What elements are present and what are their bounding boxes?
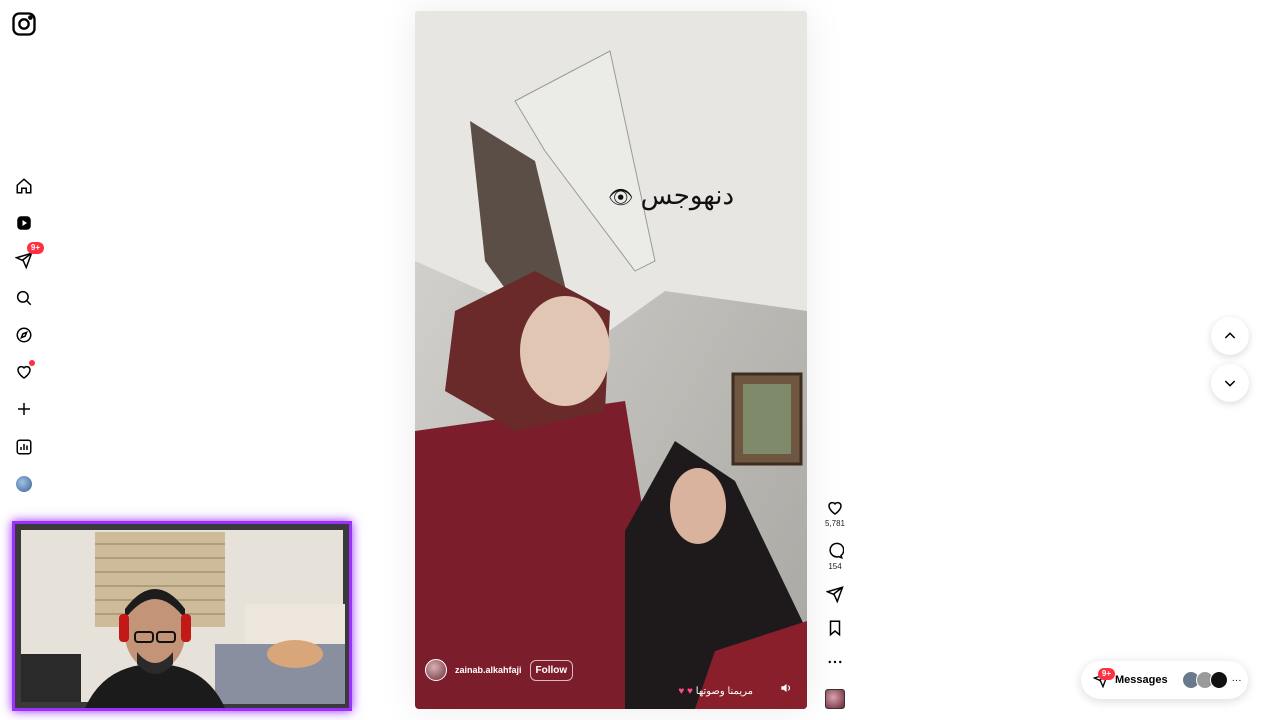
reel-video-frame <box>415 11 807 709</box>
send-icon: 9+ <box>1093 668 1115 688</box>
reel-overlay-text: 👁 دنهوجس <box>608 180 734 211</box>
chevron-down-icon <box>1224 380 1236 387</box>
messages-badge: 9+ <box>26 242 44 254</box>
reel-video[interactable]: zainab.alkahfaji Follow مريمنا وصوتها ♥ … <box>415 11 807 709</box>
reels-icon[interactable] <box>10 209 38 237</box>
share-icon <box>826 586 844 603</box>
audio-thumbnail[interactable] <box>820 689 850 709</box>
plus-icon[interactable] <box>10 395 38 423</box>
author-avatar[interactable] <box>425 659 447 681</box>
more-action[interactable] <box>820 653 850 671</box>
messages-bar-badge: 9+ <box>1097 668 1115 680</box>
notification-dot <box>29 360 35 366</box>
compass-icon[interactable] <box>10 321 38 349</box>
comment-icon <box>829 542 844 560</box>
heart-emoji-icon: ♥ ♥ <box>678 686 693 697</box>
author-name[interactable]: zainab.alkahfaji <box>455 665 522 675</box>
reel-caption[interactable]: مريمنا وصوتها ♥ ♥ <box>678 686 753 697</box>
like-count: 5,781 <box>824 519 846 528</box>
share-action[interactable] <box>820 585 850 603</box>
profile-avatar[interactable] <box>10 470 38 498</box>
messages-button[interactable]: 9+ Messages ··· <box>1081 661 1248 699</box>
avatar <box>1209 671 1228 689</box>
messages-label: Messages <box>1115 674 1168 686</box>
chevron-up-icon <box>1224 332 1236 339</box>
volume-icon[interactable] <box>779 681 793 695</box>
chart-icon[interactable] <box>10 433 38 461</box>
instagram-logo-icon[interactable] <box>10 10 38 38</box>
search-icon[interactable] <box>10 284 38 312</box>
webcam-video-frame <box>15 524 349 708</box>
more-icon: ··· <box>1231 674 1242 686</box>
send-icon[interactable]: 9+ <box>10 242 44 274</box>
follow-button[interactable]: Follow <box>529 659 574 681</box>
like-action[interactable]: 5,781 <box>820 499 850 528</box>
comment-action[interactable]: 154 <box>820 542 850 571</box>
like-heart-icon <box>828 501 842 515</box>
previous-reel-button[interactable] <box>1211 317 1249 355</box>
message-avatars <box>1181 671 1228 689</box>
bookmark-icon <box>829 620 841 637</box>
save-action[interactable] <box>820 619 850 637</box>
more-icon <box>828 660 842 664</box>
heart-icon[interactable] <box>10 358 38 386</box>
comment-count: 154 <box>828 562 842 571</box>
home-icon[interactable] <box>10 172 38 200</box>
reel-overlay-label: دنهوجس <box>640 180 735 210</box>
webcam-overlay <box>12 521 352 711</box>
next-reel-button[interactable] <box>1211 364 1249 402</box>
eye-emoji-icon: 👁 <box>608 187 634 209</box>
reel-caption-text: مريمنا وصوتها <box>695 686 753 697</box>
